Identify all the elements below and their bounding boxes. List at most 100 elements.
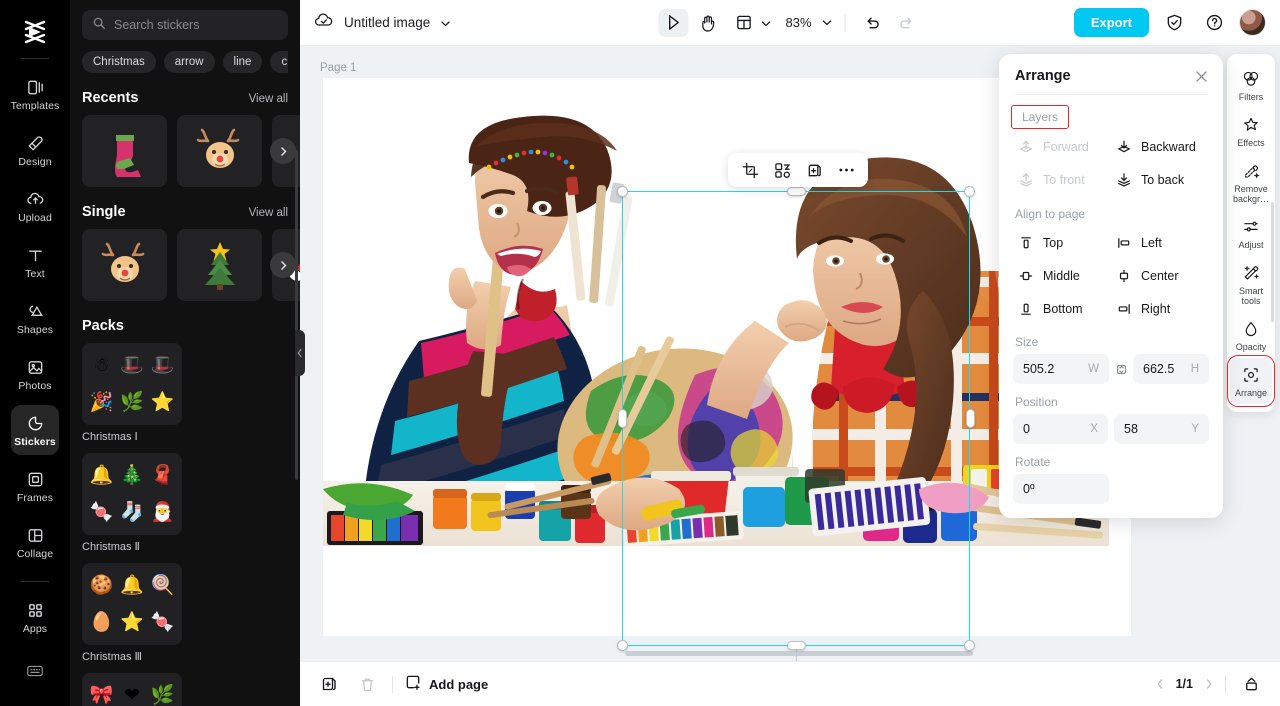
pack-item[interactable]: 🍪 🔔 🍭 🥚 ⭐ 🍬 Christmas Ⅲ	[82, 563, 182, 663]
export-button[interactable]: Export	[1073, 8, 1149, 37]
canvas-horizontal-scrollbar[interactable]	[625, 651, 973, 656]
align-left-button[interactable]: Left	[1111, 227, 1209, 258]
forward-button[interactable]: Forward	[1013, 131, 1111, 162]
next-page-button[interactable]	[1205, 678, 1213, 690]
tool-filters[interactable]: Filters	[1230, 62, 1272, 108]
selection-handle-left-middle[interactable]	[618, 409, 627, 428]
layout-icon-wrap[interactable]	[728, 9, 758, 37]
view-all-link[interactable]: View all	[249, 207, 288, 219]
toolrail-scrollbar[interactable]	[1271, 202, 1274, 322]
to-front-button[interactable]: To front	[1013, 164, 1111, 195]
view-all-link[interactable]: View all	[249, 93, 288, 105]
align-center-button[interactable]: Center	[1111, 260, 1209, 291]
artwork-image[interactable]	[323, 91, 1109, 546]
shield-icon[interactable]	[1159, 9, 1189, 37]
pack-thumbnail[interactable]: 🔔 🎄 🧣 🍬 🧦 🎅	[82, 453, 182, 535]
sidebar-item-photos[interactable]: Photos	[11, 349, 59, 399]
chevron-down-icon[interactable]	[760, 14, 771, 32]
sidebar-item-text[interactable]: Text	[11, 237, 59, 287]
sticker-item[interactable]	[177, 115, 262, 187]
redo-button[interactable]	[892, 9, 922, 37]
tool-remove-background[interactable]: Remove backgr…	[1230, 154, 1272, 210]
rotate-field[interactable]	[1013, 474, 1109, 504]
keyboard-shortcuts-button[interactable]	[25, 661, 45, 686]
to-back-button[interactable]: To back	[1111, 164, 1209, 195]
delete-page-button[interactable]	[354, 671, 380, 697]
next-stickers-button[interactable]	[270, 252, 296, 278]
document-title-group[interactable]: Untitled image	[314, 11, 451, 34]
collapse-panel-handle[interactable]	[295, 330, 305, 376]
sticker-item[interactable]	[177, 229, 262, 301]
tool-arrange[interactable]: Arrange	[1227, 355, 1275, 407]
tool-smart-tools[interactable]: Smart tools	[1230, 256, 1272, 312]
search-stickers-box[interactable]	[82, 10, 288, 40]
selection-handle-top-right[interactable]	[964, 186, 975, 197]
align-top-button[interactable]: Top	[1013, 227, 1111, 258]
sidebar-item-shapes[interactable]: Shapes	[11, 293, 59, 343]
crop-button[interactable]	[737, 157, 763, 183]
x-input[interactable]	[1023, 422, 1091, 436]
sidebar-item-apps[interactable]: Apps	[11, 592, 59, 642]
duplicate-page-button[interactable]	[316, 671, 342, 697]
sidebar-item-templates[interactable]: Templates	[11, 69, 59, 119]
help-icon[interactable]	[1199, 9, 1229, 37]
pack-item[interactable]: 🎀 ❤ 🌿 🍾 🍄 🔔 Christmas Ⅳ	[82, 673, 182, 706]
sticker-item[interactable]	[82, 229, 167, 301]
pack-thumbnail[interactable]: ☃ 🎩 🎩 🎉 🌿 ⭐	[82, 343, 182, 425]
selection-handle-top-center[interactable]	[787, 187, 806, 196]
link-ratio-icon[interactable]	[1115, 363, 1127, 376]
layout-tool-button[interactable]	[726, 9, 773, 37]
selection-handle-right-middle[interactable]	[966, 409, 975, 428]
selection-handle-bottom-left[interactable]	[617, 640, 628, 651]
pack-item[interactable]: ☃ 🎩 🎩 🎉 🌿 ⭐ Christmas Ⅰ	[82, 343, 182, 443]
document-name[interactable]: Untitled image	[344, 15, 430, 30]
sticker-item[interactable]	[82, 115, 167, 187]
pack-thumbnail[interactable]: 🎀 ❤ 🌿 🍾 🍄 🔔	[82, 673, 182, 706]
sidebar-item-collage[interactable]: Collage	[11, 517, 59, 567]
height-field[interactable]: H	[1133, 354, 1209, 384]
close-icon[interactable]	[1194, 69, 1209, 84]
sidebar-item-stickers[interactable]: Stickers	[11, 405, 59, 455]
align-right-button[interactable]: Right	[1111, 293, 1209, 324]
align-bottom-button[interactable]: Bottom	[1013, 293, 1111, 324]
x-field[interactable]: X	[1013, 414, 1108, 444]
cutout-button[interactable]	[769, 157, 795, 183]
selection-handle-top-left[interactable]	[617, 186, 628, 197]
undo-button[interactable]	[858, 9, 888, 37]
hand-tool-button[interactable]	[692, 9, 722, 37]
width-field[interactable]: W	[1013, 354, 1109, 384]
y-input[interactable]	[1124, 422, 1192, 436]
add-page-button[interactable]: Add page	[405, 674, 488, 694]
prev-page-button[interactable]	[1156, 678, 1164, 690]
next-stickers-button[interactable]	[270, 138, 296, 164]
more-button[interactable]	[833, 157, 859, 183]
zoom-dropdown-icon[interactable]	[822, 19, 833, 26]
sidebar-item-design[interactable]: Design	[11, 125, 59, 175]
capcut-logo[interactable]	[15, 14, 55, 50]
height-input[interactable]	[1143, 362, 1191, 376]
select-tool-button[interactable]	[658, 8, 689, 37]
pack-item[interactable]: 🔔 🎄 🧣 🍬 🧦 🎅 Christmas Ⅱ	[82, 453, 182, 553]
sidebar-item-upload[interactable]: Upload	[11, 181, 59, 231]
tag-chip[interactable]: circl	[270, 51, 288, 73]
tag-chip[interactable]: Christmas	[82, 51, 156, 73]
tool-opacity[interactable]: Opacity	[1230, 312, 1272, 358]
tool-adjust[interactable]: Adjust	[1230, 210, 1272, 256]
selection-handle-bottom-right[interactable]	[964, 640, 975, 651]
align-middle-button[interactable]: Middle	[1013, 260, 1111, 291]
width-input[interactable]	[1023, 362, 1089, 376]
chevron-down-icon[interactable]	[440, 14, 451, 32]
user-avatar[interactable]	[1239, 9, 1266, 36]
page-grid-button[interactable]	[1238, 671, 1264, 697]
duplicate-button[interactable]	[801, 157, 827, 183]
rotate-input[interactable]	[1023, 482, 1099, 496]
pack-thumbnail[interactable]: 🍪 🔔 🍭 🥚 ⭐ 🍬	[82, 563, 182, 645]
selection-handle-bottom-center[interactable]	[787, 641, 806, 650]
tag-chip[interactable]: line	[222, 51, 263, 73]
sidebar-item-frames[interactable]: Frames	[11, 461, 59, 511]
backward-button[interactable]: Backward	[1111, 131, 1209, 162]
tag-chip[interactable]: arrow	[163, 51, 215, 73]
y-field[interactable]: Y	[1114, 414, 1209, 444]
panel-scrollbar[interactable]	[295, 150, 298, 480]
tool-effects[interactable]: Effects	[1230, 108, 1272, 154]
